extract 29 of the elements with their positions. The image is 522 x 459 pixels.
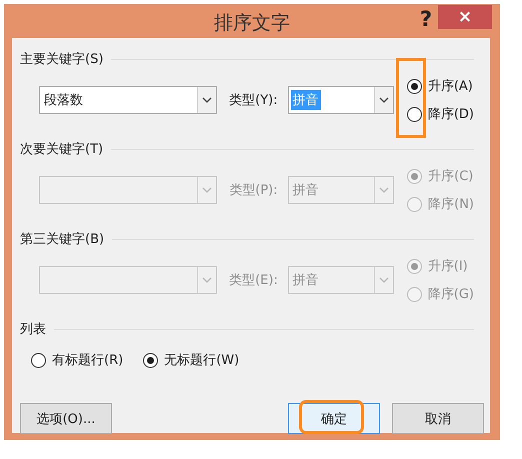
radio-label: 升序(A) (428, 78, 473, 95)
radio-label: 有标题行(R) (52, 352, 124, 369)
radio-label: 降序(D) (428, 106, 474, 123)
type-label: 类型(P): (229, 182, 279, 199)
field-value: 拼音 (292, 272, 320, 290)
radio-button[interactable] (406, 78, 422, 94)
section-heading: 主要关键字(S) (20, 51, 104, 68)
close-button[interactable]: × (438, 5, 492, 29)
radio-label: 升序(I) (428, 258, 468, 275)
field-value: 拼音 (290, 90, 321, 110)
window-title: 排序文字 (214, 11, 290, 36)
radio-button[interactable] (406, 106, 422, 122)
radio-label: 降序(G) (428, 286, 474, 303)
radio-label: 降序(N) (428, 196, 474, 213)
field-value: 段落数 (43, 92, 84, 110)
type-label: 类型(Y): (229, 92, 279, 109)
section-heading: 第三关键字(B) (20, 231, 104, 248)
radio-label: 无标题行(W) (164, 352, 240, 369)
sort-key-dropdown[interactable]: 段落数 (39, 86, 218, 114)
section-heading: 次要关键字(T) (20, 141, 104, 158)
section-heading: 列表 (20, 321, 46, 338)
help-button[interactable]: ? (414, 5, 438, 33)
dialog-button[interactable]: 选项(O)... (20, 403, 112, 434)
radio-label: 升序(C) (428, 168, 474, 185)
radio-button[interactable] (31, 352, 46, 368)
radio-button[interactable] (143, 352, 158, 368)
dialog-button[interactable]: 取消 (392, 403, 484, 434)
type-label: 类型(E): (229, 272, 279, 289)
field-value: 拼音 (292, 182, 320, 200)
